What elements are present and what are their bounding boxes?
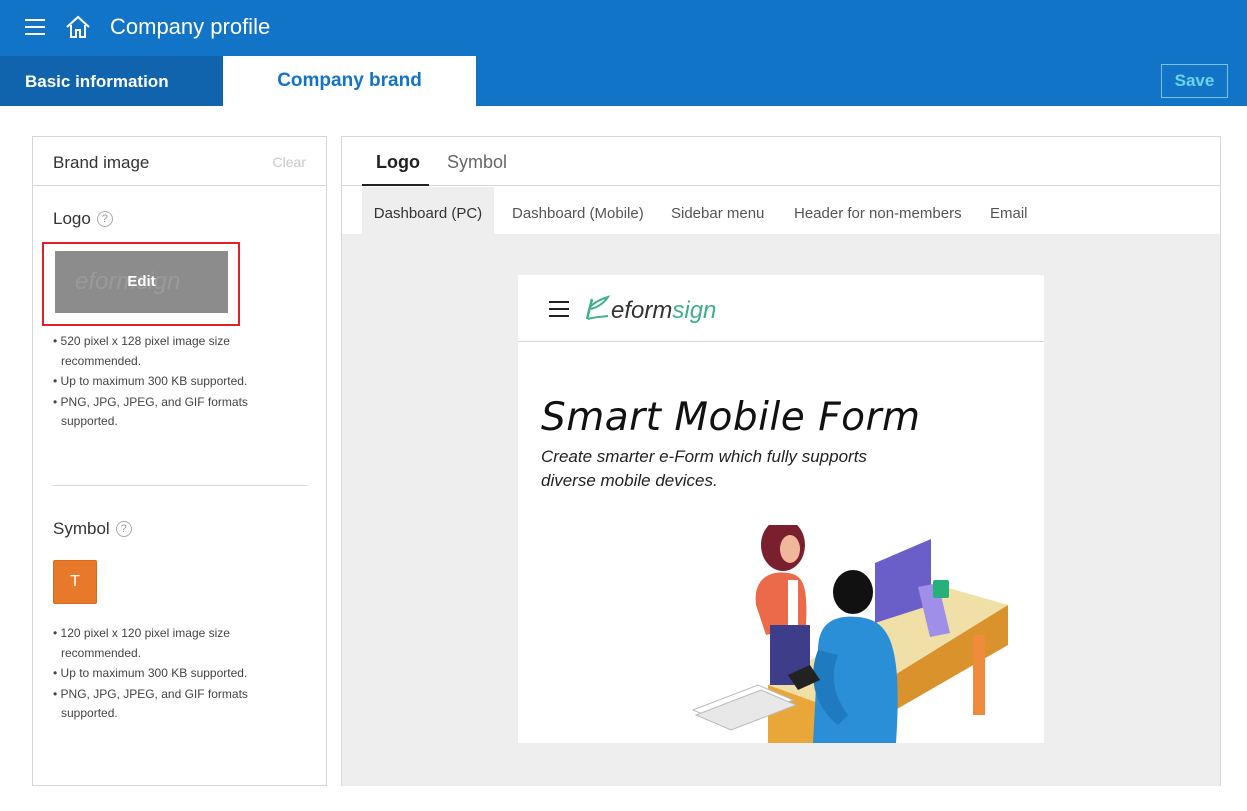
preview-subline: Create smarter e-Form which fully suppor… [541,447,867,490]
edit-label: Edit [127,273,156,290]
tab-basic-information[interactable]: Basic information [0,56,223,106]
eformsign-logo-icon [585,295,610,320]
symbol-note: • PNG, JPG, JPEG, and GIF formats suppor… [53,686,248,721]
logo-note: • PNG, JPG, JPEG, and GIF formats suppor… [53,394,248,429]
logo-note: • Up to maximum 300 KB supported. [53,374,248,388]
symbol-requirements: • 120 pixel x 120 pixel image size recom… [53,624,283,725]
preview-area: eformsign Smart Mobile Form Create smart… [342,234,1220,786]
subtab-header-non-members[interactable]: Header for non-members [794,187,962,234]
active-tab-underline [362,184,429,186]
brand-image-title: Brand image [53,153,150,172]
app-header: Company profile [0,0,1247,56]
preview-menu-icon [549,301,569,317]
hamburger-menu-icon[interactable] [25,19,45,35]
subtab-email[interactable]: Email [990,187,1028,234]
logo-note: • 520 pixel x 128 pixel image size recom… [53,334,230,368]
page-title: Company profile [110,14,271,39]
logo-section-label: Logo? [53,209,113,229]
symbol-edit-button[interactable]: T [53,560,97,604]
preview-panel: Logo Symbol Dashboard (PC) Dashboard (Mo… [341,136,1221,786]
brand-image-header: Brand image Clear [33,137,326,186]
preview-type-tabs: Logo Symbol [342,137,1220,186]
symbol-label: Symbol [53,519,110,538]
preview-location-tabs: Dashboard (PC) Dashboard (Mobile) Sideba… [342,187,1220,234]
preview-header: eformsign [518,275,1044,342]
subtab-dashboard-mobile[interactable]: Dashboard (Mobile) [512,187,644,234]
symbol-note: • 120 pixel x 120 pixel image size recom… [53,626,230,660]
subtab-dashboard-pc[interactable]: Dashboard (PC) [362,187,494,234]
home-icon[interactable] [65,14,91,40]
symbol-note: • Up to maximum 300 KB supported. [53,666,248,680]
tab-symbol[interactable]: Symbol [447,152,507,173]
section-divider [53,485,307,486]
logo-upload-highlight: eformsign Edit [42,242,240,326]
brand-image-panel: Brand image Clear Logo? eformsign Edit •… [32,136,327,786]
save-button[interactable]: Save [1161,64,1228,98]
logo-requirements: • 520 pixel x 128 pixel image size recom… [53,332,283,433]
subtab-sidebar-menu[interactable]: Sidebar menu [671,187,764,234]
help-icon[interactable]: ? [96,211,113,227]
help-icon[interactable]: ? [115,521,132,537]
clear-button[interactable]: Clear [273,154,306,170]
logo-text-eform: eform [611,297,673,324]
tab-logo[interactable]: Logo [376,152,420,173]
symbol-section-label: Symbol? [53,519,132,539]
office-desk-illustration [691,525,1008,743]
preview-headline: Smart Mobile Form [541,395,921,440]
logo-label: Logo [53,209,91,228]
dashboard-preview: eformsign Smart Mobile Form Create smart… [518,275,1044,743]
tab-company-brand[interactable]: Company brand [223,56,476,106]
preview-logo-text: eformsign [611,297,716,325]
tab-bar: Basic information Company brand Save [0,56,1247,106]
logo-text-sign: sign [672,297,717,324]
logo-edit-button[interactable]: eformsign Edit [55,251,228,313]
